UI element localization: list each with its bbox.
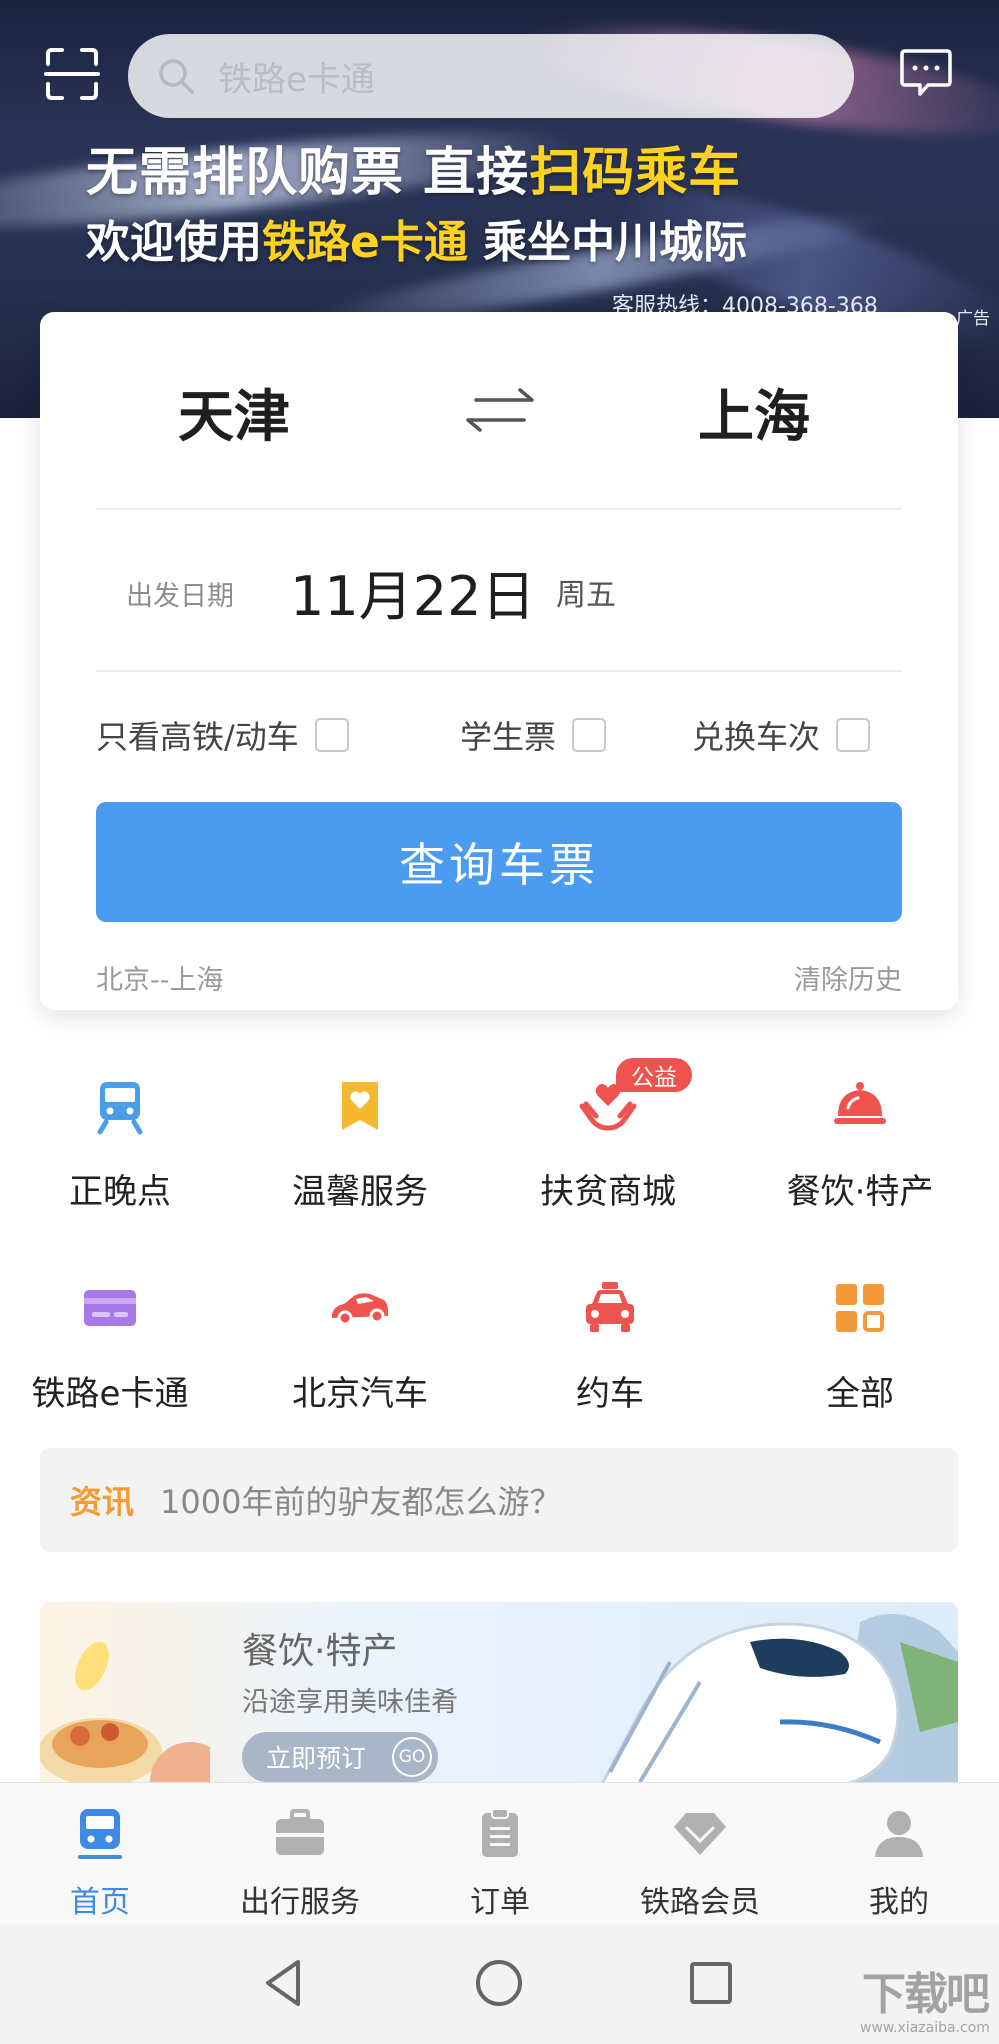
bottom-tab-bar: 首页 出行服务 订单 铁路会员 我的 bbox=[0, 1782, 999, 1924]
card-icon bbox=[84, 1290, 136, 1326]
promo-title: 餐饮·特产 bbox=[242, 1631, 398, 1672]
divider bbox=[96, 508, 902, 510]
hero-headline-highlight: 扫码乘车 bbox=[529, 143, 742, 203]
service-label: 餐饮·特产 bbox=[786, 1172, 934, 1212]
option-exchange-train[interactable]: 兑换车次 bbox=[692, 712, 871, 758]
departure-weekday: 周五 bbox=[556, 578, 616, 613]
hero-headline-text: 无需排队购票 直接 bbox=[86, 143, 530, 203]
departure-date[interactable]: 11月22日 bbox=[290, 552, 535, 631]
hero-subheadline-text-2: 乘坐中川城际 bbox=[467, 217, 748, 268]
news-ticker[interactable]: 资讯 1000年前的驴友都怎么游？ bbox=[40, 1448, 958, 1552]
service-label: 正晚点 bbox=[69, 1172, 171, 1212]
charity-badge: 公益 bbox=[616, 1058, 692, 1092]
checkbox[interactable] bbox=[836, 718, 871, 752]
tab-label: 我的 bbox=[869, 1885, 929, 1920]
diamond-icon bbox=[674, 1813, 726, 1855]
ticket-search-card: 天津 上海 出发日期 11月22日 周五 只看高铁/动车 学生票 兑换车次 查询… bbox=[40, 312, 958, 1010]
service-label: 铁路e卡通 bbox=[31, 1374, 189, 1414]
hero-headline: 无需排队购票 直接扫码乘车 bbox=[86, 130, 741, 205]
book-now-label: 立即预订 bbox=[266, 1744, 367, 1773]
home-train-icon bbox=[78, 1809, 122, 1859]
service-warm-service[interactable]: 温馨服务 bbox=[240, 1076, 480, 1213]
tab-orders[interactable]: 订单 bbox=[400, 1805, 600, 1921]
divider bbox=[96, 670, 902, 672]
tab-label: 订单 bbox=[470, 1885, 530, 1920]
tab-mine[interactable]: 我的 bbox=[799, 1805, 999, 1921]
sports-car-icon bbox=[332, 1293, 388, 1326]
food-cloche-icon bbox=[834, 1082, 886, 1124]
tab-railway-member[interactable]: 铁路会员 bbox=[600, 1805, 800, 1921]
grid-all-icon bbox=[836, 1284, 884, 1332]
news-headline[interactable]: 1000年前的驴友都怎么游？ bbox=[160, 1477, 561, 1523]
tab-travel-service[interactable]: 出行服务 bbox=[200, 1805, 400, 1921]
back-triangle-icon[interactable] bbox=[258, 1956, 312, 2010]
tab-label: 铁路会员 bbox=[640, 1885, 760, 1920]
go-badge: GO bbox=[392, 1737, 432, 1777]
service-label: 全部 bbox=[826, 1374, 894, 1414]
message-icon[interactable] bbox=[898, 48, 954, 100]
clear-history-button[interactable]: 清除历史 bbox=[794, 958, 902, 997]
hero-subheadline-highlight: 铁路e卡通 bbox=[262, 217, 468, 268]
to-city[interactable]: 上海 bbox=[698, 372, 810, 453]
ad-label: 广告 bbox=[956, 309, 990, 329]
service-on-time[interactable]: 正晚点 bbox=[0, 1076, 240, 1213]
checkbox[interactable] bbox=[314, 718, 349, 752]
hero-subheadline-text: 欢迎使用 bbox=[86, 217, 262, 268]
search-placeholder: 铁路e卡通 bbox=[218, 59, 375, 100]
system-nav-bar bbox=[0, 1924, 999, 2044]
option-label: 只看高铁/动车 bbox=[96, 718, 299, 756]
tab-label: 首页 bbox=[70, 1885, 130, 1920]
service-label: 北京汽车 bbox=[292, 1374, 428, 1414]
promo-banner[interactable]: 餐饮·特产 沿途享用美味佳肴 立即预订 GO bbox=[40, 1602, 958, 1788]
service-poverty-mall[interactable]: 扶贫商城 bbox=[488, 1076, 728, 1213]
clipboard-icon bbox=[482, 1808, 518, 1857]
service-label: 扶贫商城 bbox=[540, 1172, 676, 1212]
service-beijing-auto[interactable]: 北京汽车 bbox=[240, 1278, 480, 1415]
service-label: 约车 bbox=[576, 1374, 644, 1414]
train-icon bbox=[97, 1082, 143, 1135]
promo-subtitle: 沿途享用美味佳肴 bbox=[242, 1687, 458, 1718]
tab-home[interactable]: 首页 bbox=[0, 1805, 200, 1921]
recents-square-icon[interactable] bbox=[684, 1956, 738, 2010]
hero-subheadline: 欢迎使用铁路e卡通 乘坐中川城际 bbox=[86, 206, 747, 270]
option-label: 学生票 bbox=[460, 718, 557, 756]
service-ride-hailing[interactable]: 约车 bbox=[490, 1278, 730, 1415]
service-all[interactable]: 全部 bbox=[740, 1278, 980, 1415]
service-food-specialty[interactable]: 餐饮·特产 bbox=[740, 1076, 980, 1213]
news-tag: 资讯 bbox=[70, 1483, 135, 1521]
briefcase-icon bbox=[276, 1809, 324, 1855]
scan-icon[interactable] bbox=[44, 46, 100, 102]
option-student-ticket[interactable]: 学生票 bbox=[460, 712, 607, 758]
watermark: 下载吧 bbox=[862, 1969, 990, 2020]
from-city[interactable]: 天津 bbox=[178, 372, 290, 453]
bullet-train-illustration bbox=[600, 1614, 958, 1788]
option-label: 兑换车次 bbox=[692, 718, 821, 756]
option-high-speed-only[interactable]: 只看高铁/动车 bbox=[96, 712, 349, 758]
person-icon bbox=[875, 1811, 923, 1857]
swap-arrows-icon[interactable] bbox=[458, 382, 542, 438]
home-circle-icon[interactable] bbox=[472, 1956, 526, 2010]
query-tickets-button[interactable]: 查询车票 bbox=[96, 802, 902, 922]
bookmark-heart-icon bbox=[342, 1082, 378, 1130]
date-label: 出发日期 bbox=[126, 581, 234, 612]
search-icon bbox=[159, 59, 194, 94]
tab-label: 出行服务 bbox=[240, 1885, 360, 1920]
taxi-icon bbox=[586, 1282, 634, 1332]
service-label: 温馨服务 bbox=[292, 1172, 428, 1212]
checkbox[interactable] bbox=[572, 718, 607, 752]
watermark-url: www.xiazaiba.com bbox=[860, 2020, 990, 2036]
search-input[interactable]: 铁路e卡通 bbox=[128, 34, 854, 118]
book-now-button[interactable]: 立即预订 GO bbox=[242, 1732, 438, 1782]
search-history-item[interactable]: 北京--上海 bbox=[96, 958, 224, 997]
service-railway-ecard[interactable]: 铁路e卡通 bbox=[0, 1278, 230, 1415]
food-plate-illustration bbox=[40, 1641, 210, 1788]
